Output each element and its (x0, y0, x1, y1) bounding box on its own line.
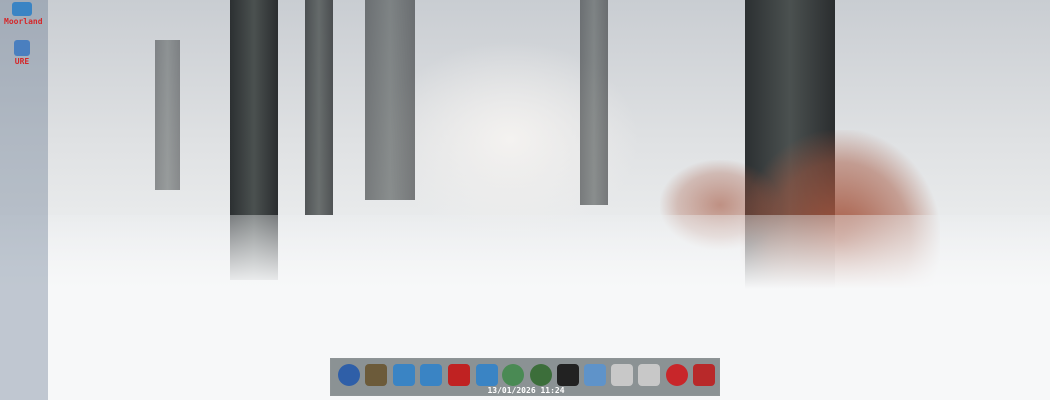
desktop-icon-ure[interactable]: URE (4, 40, 40, 66)
desktop-icon-moorland[interactable]: Moorland (4, 2, 43, 26)
spreadsheet-icon[interactable] (611, 364, 633, 386)
wallpaper-tree (305, 0, 333, 215)
drawer-icon[interactable] (420, 364, 442, 386)
info-gauge-icon[interactable] (502, 364, 524, 386)
drawer-red-button-icon[interactable] (448, 364, 470, 386)
floppy-disk-icon (14, 40, 30, 56)
wallpaper-tree (580, 0, 608, 205)
globe-network-icon[interactable] (530, 364, 552, 386)
pdf-viewer-icon[interactable] (557, 364, 579, 386)
desktop: Moorland URE 13/01/2026 11:24 (0, 0, 1050, 400)
trash-can-icon[interactable] (693, 364, 715, 386)
wallpaper-tree (365, 0, 415, 200)
window-icon[interactable] (584, 364, 606, 386)
window-prefs-icon[interactable] (476, 364, 498, 386)
spreadsheet-2-icon[interactable] (638, 364, 660, 386)
info-key-icon[interactable] (338, 364, 360, 386)
drawer-icon (12, 2, 32, 16)
dock: 13/01/2026 11:24 (330, 358, 720, 396)
boing-ball-icon[interactable] (666, 364, 688, 386)
dock-clock: 13/01/2026 11:24 (487, 386, 565, 395)
wallpaper-tree (155, 40, 180, 190)
screen-mode-icon[interactable] (365, 364, 387, 386)
drawer-edit-icon[interactable] (393, 364, 415, 386)
